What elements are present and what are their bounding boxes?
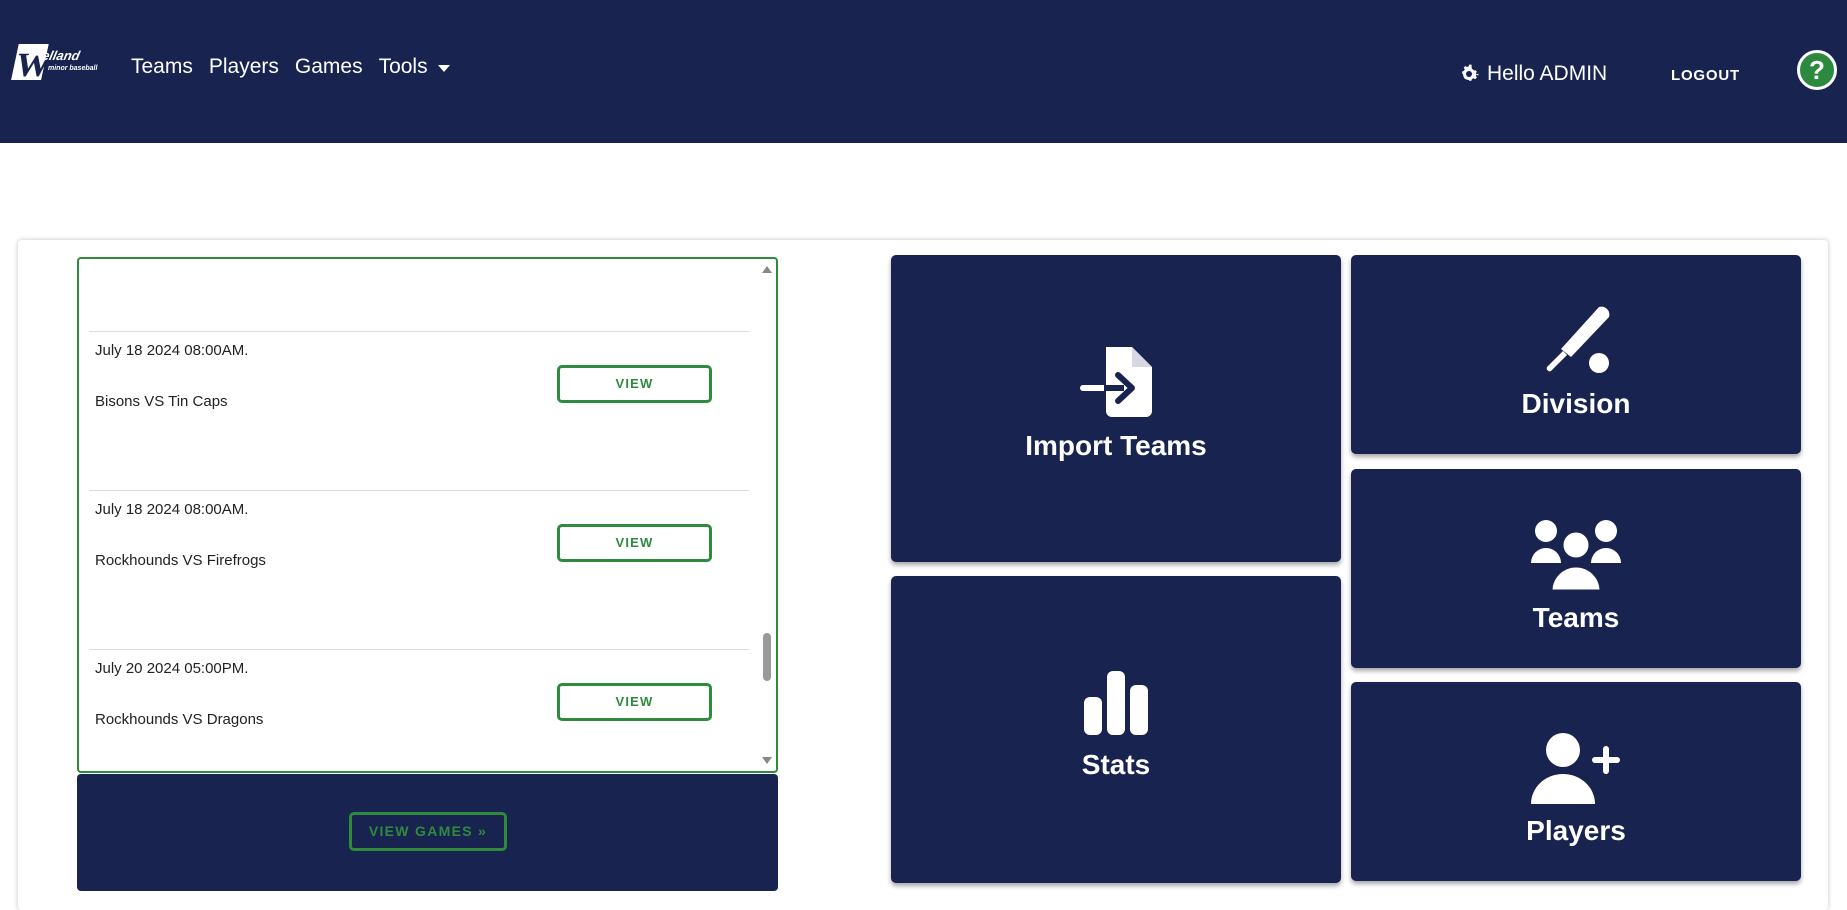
svg-text:minor baseball: minor baseball	[48, 65, 98, 72]
nav-tools-label: Tools	[378, 55, 428, 78]
user-plus-icon	[1531, 733, 1620, 804]
teams-tile[interactable]: Teams	[1351, 469, 1801, 668]
players-label: Players	[1526, 815, 1626, 846]
user-menu[interactable]: Hello ADMIN	[1457, 62, 1607, 86]
import-teams-label: Import Teams	[1025, 430, 1207, 461]
game-matchup: Rockhounds VS Firefrogs	[95, 552, 266, 569]
game-date: July 18 2024 08:00AM.	[95, 501, 249, 518]
nav-players[interactable]: Players	[209, 55, 279, 79]
file-import-icon	[1080, 347, 1152, 417]
stats-label: Stats	[1081, 749, 1151, 780]
players-tile[interactable]: Players	[1351, 682, 1801, 881]
stats-tile[interactable]: Stats	[891, 576, 1341, 883]
view-games-button[interactable]: VIEW GAMES »	[349, 812, 507, 851]
welland-logo[interactable]: W elland minor baseball	[10, 38, 104, 90]
view-game-button[interactable]: VIEW	[557, 683, 712, 721]
game-date: July 18 2024 08:00AM.	[95, 342, 249, 359]
scrollbar-thumb[interactable]	[763, 633, 771, 681]
users-group-icon	[1531, 520, 1621, 591]
view-game-button[interactable]: VIEW	[557, 365, 712, 403]
teams-label: Teams	[1532, 602, 1620, 633]
game-list-item: July 18 2024 08:00AM. Rockhounds VS Fire…	[89, 490, 749, 649]
gear-icon	[1462, 64, 1479, 81]
games-list[interactable]: July 18 2024 08:00AM. Bisons VS Tin Caps…	[77, 257, 778, 773]
view-game-button[interactable]: VIEW	[557, 524, 712, 562]
nav-tools-dropdown[interactable]: Tools	[379, 55, 450, 79]
game-list-item: July 20 2024 05:00PM. Rockhounds VS Drag…	[89, 649, 749, 771]
top-navbar: W elland minor baseball Teams Players Ga…	[0, 0, 1847, 143]
import-teams-tile[interactable]: Import Teams	[891, 255, 1341, 562]
scroll-up-arrow-icon[interactable]	[762, 266, 772, 273]
help-icon[interactable]: ?	[1797, 50, 1837, 90]
game-matchup: Rockhounds VS Dragons	[95, 711, 264, 728]
nav-games[interactable]: Games	[295, 55, 363, 79]
bar-chart-icon	[1084, 671, 1148, 735]
game-matchup: Bisons VS Tin Caps	[95, 393, 228, 410]
baseball-bat-icon	[1546, 306, 1610, 373]
main-nav: Teams Players Games Tools	[131, 55, 450, 79]
svg-text:elland: elland	[41, 48, 83, 63]
division-label: Division	[1521, 388, 1631, 419]
view-games-panel: VIEW GAMES »	[77, 774, 778, 891]
game-date: July 20 2024 05:00PM.	[95, 660, 249, 677]
logout-button[interactable]: LOGOUT	[1671, 67, 1740, 84]
game-list-item: July 18 2024 08:00AM. Bisons VS Tin Caps…	[89, 331, 749, 490]
nav-teams[interactable]: Teams	[131, 55, 193, 79]
user-greeting: Hello ADMIN	[1487, 62, 1608, 85]
division-tile[interactable]: Division	[1351, 255, 1801, 454]
caret-down-icon	[437, 64, 450, 72]
scroll-down-arrow-icon[interactable]	[762, 757, 772, 764]
